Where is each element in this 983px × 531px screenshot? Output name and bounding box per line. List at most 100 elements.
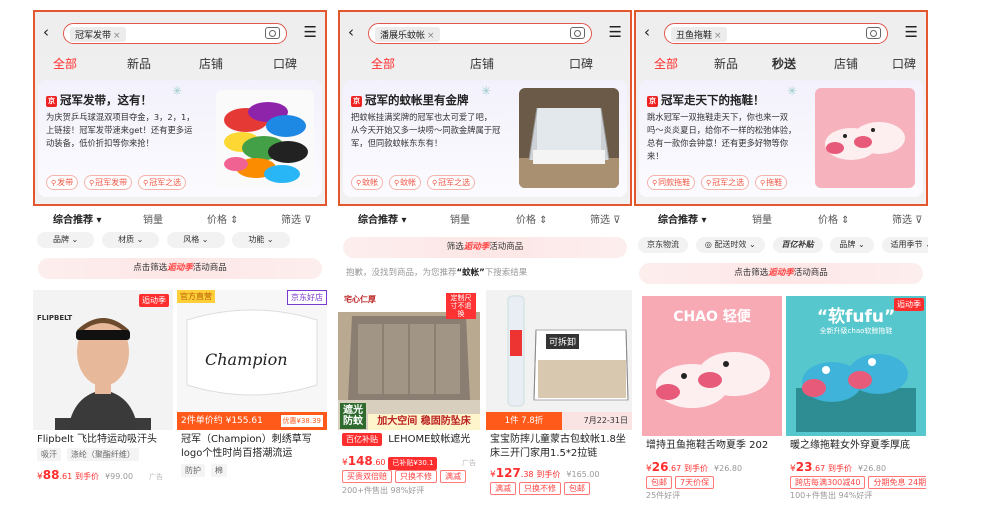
menu-list-icon[interactable]: ☰ (609, 24, 622, 40)
product-label: 只换不修 (519, 482, 561, 495)
filter-delivery-time[interactable]: ◎ 配送时效 ⌄ (695, 237, 765, 253)
clear-icon[interactable]: × (427, 31, 435, 41)
menu-list-icon[interactable]: ☰ (905, 24, 918, 40)
tab-store[interactable]: 店铺 (470, 55, 494, 72)
search-input[interactable]: 潘展乐蚊帐 × (368, 23, 592, 44)
clear-icon[interactable]: × (714, 31, 722, 41)
product-card[interactable]: FLIPBELT 逅动季 Flipbelt 飞比特运动吸汗头 吸汗 涤纶（聚酯纤… (33, 290, 173, 500)
fish-slippers-image[interactable] (815, 88, 915, 188)
product-price: ¥26.67 到手价 ¥26.80 (646, 460, 743, 474)
sort-comprehensive[interactable]: 综合推荐 ▾ (358, 211, 407, 226)
filter-season[interactable]: 适用季节 ⌄ (881, 237, 928, 253)
filter-button[interactable]: 筛选 ⊽ (590, 211, 621, 226)
camera-icon[interactable] (265, 27, 280, 39)
sort-sales[interactable]: 销量 (450, 211, 470, 226)
tag-button[interactable]: ⚲拖鞋 (755, 175, 788, 190)
card-title: 京冠军发带，这有！ (46, 92, 152, 108)
product-card[interactable]: “软fufu” 全新升级chao软鲸拖鞋 逅动季 暖之缘拖鞋女外穿夏季厚底 ¥2… (786, 296, 926, 500)
promo-brand: 逅动季 (463, 242, 490, 252)
sort-price[interactable]: 价格 ⇕ (818, 211, 850, 226)
tab-all[interactable]: 全部 (53, 55, 77, 72)
tag-button[interactable]: ⚲冠军发带 (84, 175, 133, 190)
bar-price: 2件单价约 ¥155.61 (181, 416, 263, 426)
search-icon: ⚲ (51, 179, 57, 187)
product-card[interactable]: CHAO 轻便 增持丑鱼拖鞋舌吻夏季 202 ¥26.67 到手价 ¥26.80 … (642, 296, 782, 500)
product-image: 可拆卸 1件 7.8折 7月22-31日 (486, 290, 632, 430)
filter-function[interactable]: 功能 ⌄ (232, 232, 290, 248)
filter-material[interactable]: 材质 ⌄ (102, 232, 160, 248)
sort-price[interactable]: 价格 ⇕ (516, 211, 548, 226)
champion-recommend-card[interactable]: ✳ 京冠军走天下的拖鞋！ 跳水冠军一双拖鞋走天下，你也来一双 吗～炎炎夏日，给你… (639, 80, 923, 197)
tab-flash-delivery[interactable]: 秒送 (772, 55, 796, 72)
tab-all[interactable]: 全部 (371, 55, 395, 72)
tag-button[interactable]: ⚲冠军之选 (427, 175, 476, 190)
hint-text: 抱歉，没找到商品，为您推荐 (346, 268, 457, 278)
sort-label: 价格 (207, 215, 227, 226)
filter-style[interactable]: 风格 ⌄ (167, 232, 225, 248)
back-arrow-icon[interactable]: ‹ (644, 24, 650, 40)
tag-label: 冠军之选 (712, 178, 745, 187)
tab-reviews[interactable]: 口碑 (569, 55, 593, 72)
filter-billion-subsidy[interactable]: 百亿补贴 (772, 237, 823, 253)
promo-text: 筛选 (446, 242, 464, 252)
sort-comprehensive[interactable]: 综合推荐 ▾ (658, 211, 707, 226)
camera-icon[interactable] (570, 27, 585, 39)
tag-button[interactable]: ⚲蚊帐 (351, 175, 384, 190)
product-card[interactable]: 宅心仁厚 定制尺寸不退换 遮光防蚊 加大空间 稳固防坠床 百亿补贴 LEHOME… (338, 290, 480, 500)
filter-jd-logistics[interactable]: 京东物流 (638, 237, 688, 253)
card-description: 为庆贺乒乓球混双项目夺金，3，2，1， 上链接！冠军发带速来get！还有更多运 … (46, 111, 195, 150)
filter-brand[interactable]: 品牌 ⌄ (830, 237, 874, 253)
search-keyword-chip[interactable]: 冠军发带 × (70, 27, 126, 42)
filter-button[interactable]: 筛选 ⊽ (892, 211, 923, 226)
back-arrow-icon[interactable]: ‹ (43, 24, 49, 40)
sort-price[interactable]: 价格 ⇕ (207, 211, 239, 226)
camera-icon[interactable] (866, 27, 881, 39)
tab-store[interactable]: 店铺 (199, 55, 223, 72)
tag-button[interactable]: ⚲冠军之选 (138, 175, 187, 190)
header-area: ‹ 冠军发带 × ☰ 全部 新品 店铺 口碑 ✳ 京冠军发带，这有！ 为庆贺乒乓球… (33, 10, 327, 206)
tab-reviews[interactable]: 口碑 (273, 55, 297, 72)
tab-bar: 全部 新品 秒送 店铺 口碑 (634, 55, 928, 73)
tag-button[interactable]: ⚲同款拖鞋 (647, 175, 696, 190)
tab-new[interactable]: 新品 (127, 55, 151, 72)
sort-label: 综合推荐 (53, 215, 93, 226)
promo-filter-banner[interactable]: 筛选逅动季活动商品 (343, 237, 627, 258)
headbands-image[interactable] (216, 90, 314, 188)
promo-text: 活动商品 (793, 268, 828, 278)
filter-brand[interactable]: 品牌 ⌄ (37, 232, 95, 248)
filter-button[interactable]: 筛选 ⊽ (281, 211, 312, 226)
promo-filter-banner[interactable]: 点击筛选逅动季活动商品 (639, 263, 923, 284)
subsidy-badge: 百亿补贴 (342, 433, 382, 446)
tab-new[interactable]: 新品 (714, 55, 738, 72)
tag-button[interactable]: ⚲发带 (46, 175, 79, 190)
sort-sales[interactable]: 销量 (143, 211, 163, 226)
sort-comprehensive[interactable]: 综合推荐 ▾ (53, 211, 102, 226)
tag-label: 冠军发带 (95, 178, 128, 187)
sparkle-icon: ✳ (787, 84, 798, 98)
sort-sales[interactable]: 销量 (752, 211, 772, 226)
tab-all[interactable]: 全部 (654, 55, 678, 72)
search-keyword-chip[interactable]: 潘展乐蚊帐 × (375, 27, 440, 42)
tag-button[interactable]: ⚲蚊帐 (389, 175, 422, 190)
champion-recommend-card[interactable]: ✳ 京冠军的蚊帐里有金牌 把蚊帐挂满奖牌的冠军也太可爱了吧， 从今天开始又多一块… (343, 80, 627, 197)
mosquito-net-image[interactable] (519, 88, 619, 188)
tab-reviews[interactable]: 口碑 (892, 55, 916, 72)
product-label: 跨店每满300减40 (790, 476, 866, 489)
champion-recommend-card[interactable]: ✳ 京冠军发带，这有！ 为庆贺乒乓球混双项目夺金，3，2，1， 上链接！冠军发带… (38, 80, 322, 197)
menu-list-icon[interactable]: ☰ (304, 24, 317, 40)
sort-bar: 综合推荐 ▾ 销量 价格 ⇕ 筛选 ⊽ (33, 208, 327, 228)
search-input[interactable]: 丑鱼拖鞋 × (664, 23, 888, 44)
product-price: ¥23.67 到手价 ¥26.80 (790, 460, 887, 474)
promo-filter-banner[interactable]: 点击筛选逅动季活动商品 (38, 258, 322, 279)
product-image: “软fufu” 全新升级chao软鲸拖鞋 逅动季 (786, 296, 926, 436)
screenshot-panel-3: ‹ 丑鱼拖鞋 × ☰ 全部 新品 秒送 店铺 口碑 ✳ 京冠军走天下的拖鞋！ 跳水… (634, 10, 928, 500)
tab-store[interactable]: 店铺 (834, 55, 858, 72)
product-card[interactable]: 可拆卸 1件 7.8折 7月22-31日 宝宝防摔儿童蒙古包蚊帐1.8坐床三开门… (486, 290, 632, 500)
tag-button[interactable]: ⚲冠军之选 (701, 175, 750, 190)
price-suffix: 到手价 (828, 464, 853, 473)
search-keyword-chip[interactable]: 丑鱼拖鞋 × (671, 27, 727, 42)
clear-icon[interactable]: × (113, 31, 121, 41)
search-input[interactable]: 冠军发带 × (63, 23, 287, 44)
product-card[interactable]: Champion 官方直营 京东好店 2件单价约 ¥155.61 优惠¥38.39… (177, 290, 327, 500)
back-arrow-icon[interactable]: ‹ (348, 24, 354, 40)
